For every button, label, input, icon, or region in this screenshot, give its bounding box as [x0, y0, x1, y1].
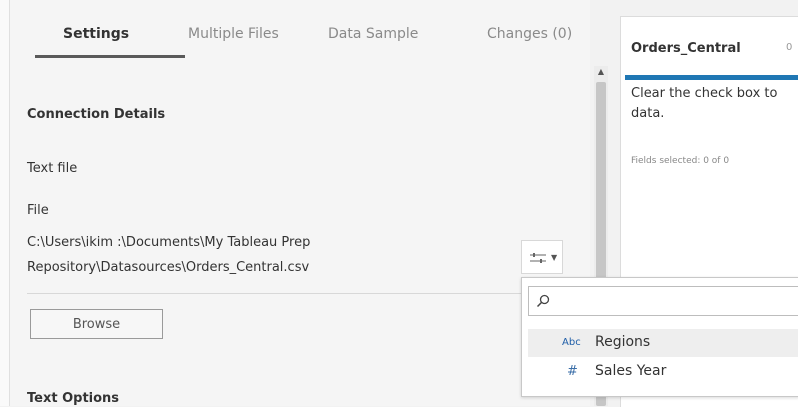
active-tab-indicator: [35, 55, 185, 58]
field-item-sales-year[interactable]: # Sales Year: [528, 358, 798, 386]
filter-sliders-icon: [530, 253, 546, 263]
panel-edge: [0, 0, 10, 406]
input-description: Clear the check box to data.: [631, 84, 798, 124]
field-name: Sales Year: [595, 363, 667, 379]
chevron-down-icon: ▼: [551, 253, 558, 262]
file-label: File: [27, 203, 49, 218]
file-path-line-1: C:\Users\ikim :\Documents\My Tableau Pre…: [27, 235, 311, 250]
selected-accent-bar: [625, 75, 798, 80]
description-line-2: data.: [631, 106, 665, 121]
input-name: Orders_Central: [631, 41, 741, 56]
file-path-line-2: Repository\Datasources\Orders_Central.cs…: [27, 260, 310, 275]
tab-settings[interactable]: Settings: [63, 26, 129, 42]
browse-button[interactable]: Browse: [30, 309, 163, 339]
field-item-regions[interactable]: Abc Regions: [528, 329, 798, 357]
filter-options-button[interactable]: ▼: [521, 240, 563, 274]
fields-selected-count: Fields selected: 0 of 0: [631, 156, 730, 166]
input-count: 0: [786, 42, 793, 53]
tab-bar: Settings Multiple Files Data Sample Chan…: [10, 0, 590, 58]
tab-multiple-files[interactable]: Multiple Files: [188, 26, 279, 42]
number-type-icon: #: [567, 364, 578, 379]
tab-data-sample[interactable]: Data Sample: [328, 26, 418, 42]
file-path: C:\Users\ikim :\Documents\My Tableau Pre…: [27, 230, 497, 280]
search-icon: [536, 294, 550, 308]
scroll-up-icon[interactable]: ▲: [596, 66, 606, 78]
tab-changes[interactable]: Changes (0): [487, 26, 572, 42]
field-search-input[interactable]: [557, 290, 796, 314]
connection-type-label: Text file: [27, 161, 78, 176]
field-filter-dropdown: Abc Regions # Sales Year: [521, 277, 798, 397]
connection-details-heading: Connection Details: [27, 107, 166, 122]
settings-panel: Settings Multiple Files Data Sample Chan…: [0, 0, 590, 406]
text-options-heading: Text Options: [27, 391, 120, 406]
string-type-icon: Abc: [562, 337, 581, 348]
divider: [27, 293, 532, 294]
field-name: Regions: [595, 334, 651, 350]
field-search-box[interactable]: [528, 286, 798, 316]
description-line-1: Clear the check box to: [631, 86, 778, 101]
